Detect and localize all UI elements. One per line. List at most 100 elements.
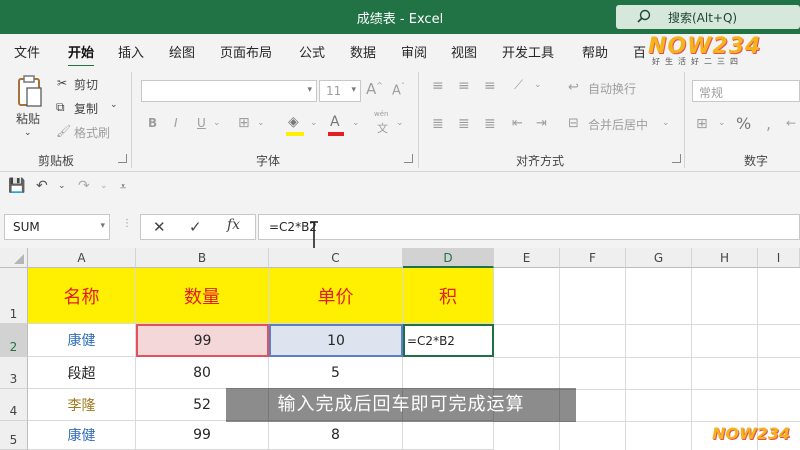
copy-button[interactable]: 复制: [74, 100, 98, 117]
alignment-launcher-icon[interactable]: [672, 154, 681, 163]
number-format-select[interactable]: 常规: [692, 80, 800, 102]
table-cell[interactable]: 8: [269, 421, 403, 450]
table-cell[interactable]: 康健: [28, 421, 136, 450]
align-top-icon[interactable]: ≡: [432, 78, 444, 94]
empty-column-h[interactable]: [692, 268, 758, 450]
active-cell-d2[interactable]: =C2*B2: [403, 324, 494, 357]
column-header-h[interactable]: H: [692, 248, 758, 268]
tab-page-layout[interactable]: 页面布局: [220, 42, 272, 61]
row-header-2[interactable]: 2: [0, 324, 28, 357]
italic-button[interactable]: I: [174, 116, 178, 130]
table-header-cell[interactable]: 积: [403, 268, 494, 324]
shrink-font-icon[interactable]: Aˇ: [392, 82, 405, 98]
column-header-i[interactable]: I: [758, 248, 800, 268]
empty-column-i[interactable]: [758, 268, 800, 450]
paste-button[interactable]: 粘贴: [16, 110, 40, 127]
chevron-down-icon[interactable]: ⌄: [310, 118, 318, 128]
border-icon[interactable]: ⊞: [238, 115, 250, 131]
cancel-icon[interactable]: ✕: [153, 218, 166, 236]
tab-home[interactable]: 开始: [68, 42, 95, 68]
empty-column-g[interactable]: [626, 268, 692, 450]
tab-developer[interactable]: 开发工具: [502, 42, 554, 61]
increase-indent-icon[interactable]: ⇥: [536, 116, 547, 131]
grow-font-icon[interactable]: A^: [366, 80, 383, 98]
underline-button[interactable]: U: [197, 116, 206, 130]
copy-icon[interactable]: ⧉: [56, 100, 65, 115]
format-painter-button[interactable]: 格式刷: [74, 124, 110, 141]
copy-dropdown-icon[interactable]: ⌄: [110, 100, 118, 110]
cut-icon[interactable]: ✂: [57, 76, 67, 90]
table-cell[interactable]: [403, 421, 494, 450]
font-size-select[interactable]: 11 ▾: [319, 80, 361, 102]
column-header-a[interactable]: A: [28, 248, 136, 268]
undo-dropdown-icon[interactable]: ⌄: [58, 181, 66, 191]
select-all-button[interactable]: [0, 248, 28, 268]
increase-decimal-icon[interactable]: ←: [786, 116, 796, 130]
tab-more[interactable]: 百: [633, 42, 646, 61]
chevron-down-icon[interactable]: ⌄: [213, 118, 221, 128]
table-cell-referenced-b2[interactable]: 99: [136, 324, 269, 357]
table-cell[interactable]: 段超: [28, 357, 136, 389]
formula-bar-splitter-icon[interactable]: ⋮: [122, 218, 132, 244]
merge-center-button[interactable]: 合并后居中: [588, 116, 648, 133]
redo-icon[interactable]: ↷: [78, 178, 90, 194]
customize-qat-icon[interactable]: ⩡: [120, 180, 126, 194]
redo-dropdown-icon[interactable]: ⌄: [100, 181, 108, 191]
font-name-select[interactable]: ▾: [141, 80, 317, 102]
chevron-down-icon[interactable]: ⌄: [718, 118, 726, 128]
table-cell[interactable]: 80: [136, 357, 269, 389]
column-header-f[interactable]: F: [560, 248, 626, 268]
align-right-icon[interactable]: ≣: [484, 116, 496, 132]
tab-insert[interactable]: 插入: [118, 42, 144, 61]
column-header-g[interactable]: G: [626, 248, 692, 268]
save-icon[interactable]: 💾: [8, 178, 25, 194]
align-bottom-icon[interactable]: ≡: [484, 78, 496, 94]
row-header-4[interactable]: 4: [0, 389, 28, 421]
row-header-3[interactable]: 3: [0, 357, 28, 389]
cut-button[interactable]: 剪切: [74, 76, 98, 93]
table-header-cell[interactable]: 单价: [269, 268, 403, 324]
clipboard-launcher-icon[interactable]: [118, 154, 127, 163]
orientation-icon[interactable]: ⟋: [514, 78, 523, 93]
empty-column-e[interactable]: [494, 268, 560, 450]
tab-view[interactable]: 视图: [451, 42, 477, 61]
insert-function-icon[interactable]: fx: [227, 217, 240, 233]
font-launcher-icon[interactable]: [404, 154, 413, 163]
paste-icon[interactable]: [16, 74, 44, 108]
align-center-icon[interactable]: ≣: [458, 116, 470, 132]
fill-color-icon[interactable]: ◈: [288, 114, 299, 130]
enter-check-icon[interactable]: ✓: [189, 218, 202, 236]
currency-icon[interactable]: ⊞: [696, 116, 708, 132]
table-cell-referenced-c2[interactable]: 10: [269, 324, 403, 357]
row-header-5[interactable]: 5: [0, 421, 28, 450]
table-cell[interactable]: 5: [269, 357, 403, 389]
table-cell[interactable]: 99: [136, 421, 269, 450]
chevron-down-icon[interactable]: ⌄: [257, 118, 265, 128]
table-header-cell[interactable]: 名称: [28, 268, 136, 324]
column-header-b[interactable]: B: [136, 248, 269, 268]
column-header-d[interactable]: D: [403, 248, 494, 268]
tab-draw[interactable]: 绘图: [169, 42, 195, 61]
decrease-indent-icon[interactable]: ⇤: [512, 116, 523, 131]
search-box[interactable]: 搜索(Alt+Q): [616, 5, 800, 29]
wrap-text-icon[interactable]: ↩: [568, 80, 579, 95]
name-box[interactable]: SUM ▾: [4, 214, 110, 240]
font-color-icon[interactable]: A: [330, 114, 340, 130]
tab-formulas[interactable]: 公式: [299, 42, 325, 61]
empty-column-f[interactable]: [560, 268, 626, 450]
align-middle-icon[interactable]: ≡: [458, 78, 470, 94]
tab-file[interactable]: 文件: [14, 42, 40, 61]
table-cell[interactable]: 康健: [28, 324, 136, 357]
format-painter-icon[interactable]: 🖌: [56, 124, 71, 138]
formula-input[interactable]: =C2*B2: [258, 214, 800, 240]
column-header-e[interactable]: E: [494, 248, 560, 268]
paste-dropdown-icon[interactable]: ⌄: [24, 128, 32, 138]
chevron-down-icon[interactable]: ⌄: [396, 118, 404, 128]
table-cell[interactable]: [403, 357, 494, 389]
bold-button[interactable]: B: [148, 116, 157, 130]
chevron-down-icon[interactable]: ⌄: [534, 80, 542, 90]
phonetic-guide-icon[interactable]: 文: [377, 120, 388, 136]
undo-icon[interactable]: ↶: [36, 178, 48, 194]
align-left-icon[interactable]: ≣: [432, 116, 444, 132]
column-header-c[interactable]: C: [269, 248, 403, 268]
